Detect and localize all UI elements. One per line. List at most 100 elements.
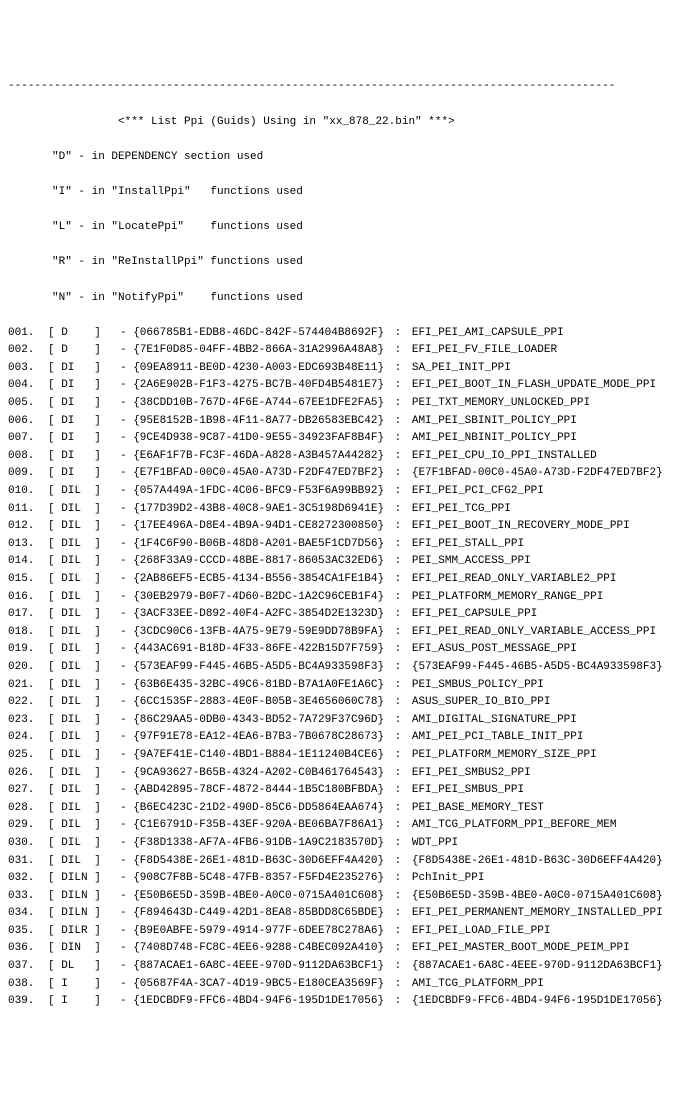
colon-separator: : (384, 870, 412, 888)
ppi-row: 019.[ DIL ]- {443AC691-B18D-4F33-86FE-42… (8, 641, 665, 659)
ppi-row: 017.[ DIL ]- {3ACF33EE-D892-40F4-A2FC-38… (8, 606, 665, 624)
row-flag: [ DI ] (48, 448, 120, 466)
row-number: 006. (8, 413, 48, 431)
colon-separator: : (384, 536, 412, 554)
row-flag: [ DIL ] (48, 853, 120, 871)
ppi-row: 022.[ DIL ]- {6CC1535F-2883-4E0F-B05B-3E… (8, 694, 665, 712)
row-ppi-name: PEI_SMM_ACCESS_PPI (412, 553, 531, 571)
colon-separator: : (384, 694, 412, 712)
row-ppi-name: PEI_PLATFORM_MEMORY_SIZE_PPI (412, 747, 597, 765)
ppi-row: 009.[ DI ]- {E7F1BFAD-00C0-45A0-A73D-F2D… (8, 465, 665, 483)
row-number: 011. (8, 501, 48, 519)
colon-separator: : (384, 448, 412, 466)
row-guid: - {1F4C6F90-B06B-48D8-A201-BAE5F1CD7D56} (120, 536, 384, 554)
row-flag: [ DILN ] (48, 870, 120, 888)
row-guid: - {573EAF99-F445-46B5-A5D5-BC4A933598F3} (120, 659, 384, 677)
colon-separator: : (384, 325, 412, 343)
ppi-row: 012.[ DIL ]- {17EE496A-D8E4-4B9A-94D1-CE… (8, 518, 665, 536)
row-ppi-name: AMI_PEI_NBINIT_POLICY_PPI (412, 430, 577, 448)
row-flag: [ D ] (48, 342, 120, 360)
colon-separator: : (384, 413, 412, 431)
colon-separator: : (384, 976, 412, 994)
row-ppi-name: EFI_PEI_CAPSULE_PPI (412, 606, 537, 624)
row-guid: - {C1E6791D-F35B-43EF-920A-BE06BA7F86A1} (120, 817, 384, 835)
ppi-row: 010.[ DIL ]- {057A449A-1FDC-4C06-BFC9-F5… (8, 483, 665, 501)
listing-title: <*** List Ppi (Guids) Using in "xx_878_2… (8, 114, 665, 132)
ppi-row: 011.[ DIL ]- {177D39D2-43B8-40C8-9AE1-3C… (8, 501, 665, 519)
ppi-row: 004.[ DI ]- {2A6E902B-F1F3-4275-BC7B-40F… (8, 377, 665, 395)
row-flag: [ DIL ] (48, 835, 120, 853)
row-guid: - {268F33A9-CCCD-48BE-8817-86053AC32ED6} (120, 553, 384, 571)
colon-separator: : (384, 430, 412, 448)
row-number: 036. (8, 940, 48, 958)
colon-separator: : (384, 553, 412, 571)
row-ppi-name: PEI_SMBUS_POLICY_PPI (412, 677, 544, 695)
row-flag: [ DIL ] (48, 677, 120, 695)
row-flag: [ DIL ] (48, 712, 120, 730)
row-flag: [ DILN ] (48, 888, 120, 906)
row-guid: - {97F91E78-EA12-4EA6-B7B3-7B0678C28673} (120, 729, 384, 747)
row-number: 016. (8, 589, 48, 607)
colon-separator: : (384, 589, 412, 607)
colon-separator: : (384, 571, 412, 589)
row-ppi-name: EFI_PEI_FV_FILE_LOADER (412, 342, 557, 360)
row-ppi-name: EFI_PEI_TCG_PPI (412, 501, 511, 519)
row-flag: [ DIL ] (48, 765, 120, 783)
ppi-row: 032.[ DILN ]- {908C7F8B-5C48-47FB-8357-F… (8, 870, 665, 888)
colon-separator: : (384, 624, 412, 642)
colon-separator: : (384, 835, 412, 853)
row-flag: [ DI ] (48, 465, 120, 483)
row-number: 039. (8, 993, 48, 1011)
row-guid: - {9CA93627-B65B-4324-A202-C0B461764543} (120, 765, 384, 783)
colon-separator: : (384, 747, 412, 765)
row-number: 009. (8, 465, 48, 483)
row-guid: - {B9E0ABFE-5979-4914-977F-6DEE78C278A6} (120, 923, 384, 941)
row-ppi-name: EFI_PEI_BOOT_IN_RECOVERY_MODE_PPI (412, 518, 630, 536)
colon-separator: : (384, 888, 412, 906)
ppi-row: 035.[ DILR ]- {B9E0ABFE-5979-4914-977F-6… (8, 923, 665, 941)
row-number: 038. (8, 976, 48, 994)
row-guid: - {30EB2979-B0F7-4D60-B2DC-1A2C96CEB1F4} (120, 589, 384, 607)
row-flag: [ DI ] (48, 430, 120, 448)
ppi-row: 038.[ I ]- {05687F4A-3CA7-4D19-9BC5-E180… (8, 976, 665, 994)
row-guid: - {066785B1-EDB8-46DC-842F-574404B8692F} (120, 325, 384, 343)
colon-separator: : (384, 782, 412, 800)
legend-l: "L" - in "LocatePpi" functions used (8, 219, 665, 237)
ppi-row: 018.[ DIL ]- {3CDC90C6-13FB-4A75-9E79-59… (8, 624, 665, 642)
ppi-row: 029.[ DIL ]- {C1E6791D-F35B-43EF-920A-BE… (8, 817, 665, 835)
colon-separator: : (384, 465, 412, 483)
row-number: 001. (8, 325, 48, 343)
separator-line: ----------------------------------------… (8, 78, 665, 96)
row-number: 017. (8, 606, 48, 624)
row-ppi-name: WDT_PPI (412, 835, 458, 853)
colon-separator: : (384, 677, 412, 695)
row-flag: [ DIL ] (48, 624, 120, 642)
ppi-row: 024.[ DIL ]- {97F91E78-EA12-4EA6-B7B3-7B… (8, 729, 665, 747)
row-guid: - {9CE4D938-9C87-41D0-9E55-34923FAF8B4F} (120, 430, 384, 448)
row-flag: [ D ] (48, 325, 120, 343)
row-ppi-name: ASUS_SUPER_IO_BIO_PPI (412, 694, 551, 712)
row-guid: - {F38D1338-AF7A-4FB6-91DB-1A9C2183570D} (120, 835, 384, 853)
row-ppi-name: EFI_PEI_PCI_CFG2_PPI (412, 483, 544, 501)
row-flag: [ DL ] (48, 958, 120, 976)
ppi-row: 013.[ DIL ]- {1F4C6F90-B06B-48D8-A201-BA… (8, 536, 665, 554)
row-guid: - {177D39D2-43B8-40C8-9AE1-3C5198D6941E} (120, 501, 384, 519)
row-ppi-name: EFI_ASUS_POST_MESSAGE_PPI (412, 641, 577, 659)
row-guid: - {E6AF1F7B-FC3F-46DA-A828-A3B457A44282} (120, 448, 384, 466)
row-number: 019. (8, 641, 48, 659)
row-guid: - {057A449A-1FDC-4C06-BFC9-F53F6A99BB92} (120, 483, 384, 501)
ppi-row: 026.[ DIL ]- {9CA93627-B65B-4324-A202-C0… (8, 765, 665, 783)
ppi-row: 020.[ DIL ]- {573EAF99-F445-46B5-A5D5-BC… (8, 659, 665, 677)
colon-separator: : (384, 729, 412, 747)
colon-separator: : (384, 958, 412, 976)
row-number: 020. (8, 659, 48, 677)
row-number: 012. (8, 518, 48, 536)
row-flag: [ DIL ] (48, 800, 120, 818)
row-guid: - {3ACF33EE-D892-40F4-A2FC-3854D2E1323D} (120, 606, 384, 624)
colon-separator: : (384, 360, 412, 378)
row-flag: [ DIL ] (48, 817, 120, 835)
row-number: 002. (8, 342, 48, 360)
colon-separator: : (384, 940, 412, 958)
ppi-row: 008.[ DI ]- {E6AF1F7B-FC3F-46DA-A828-A3B… (8, 448, 665, 466)
row-flag: [ DI ] (48, 360, 120, 378)
